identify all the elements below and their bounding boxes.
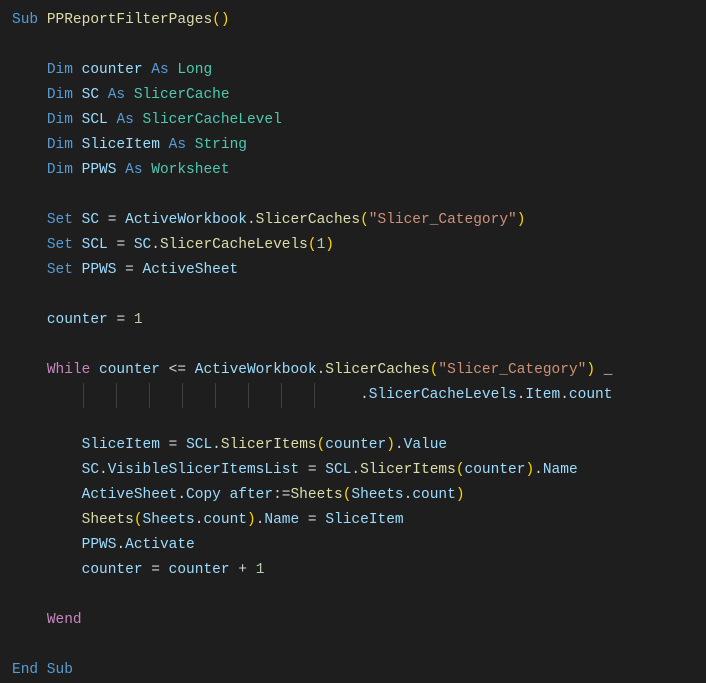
code-line bbox=[12, 408, 706, 433]
code-line: SC.VisibleSlicerItemsList = SCL.SlicerIt… bbox=[12, 458, 706, 483]
code-editor[interactable]: Sub PPReportFilterPages() Dim counter As… bbox=[12, 8, 706, 683]
code-line: Sheets(Sheets.count).Name = SliceItem bbox=[12, 508, 706, 533]
code-line: Dim SliceItem As String bbox=[12, 133, 706, 158]
code-line: .SlicerCacheLevels.Item.count bbox=[12, 383, 706, 408]
code-line: Sub PPReportFilterPages() bbox=[12, 8, 706, 33]
code-line: Dim SCL As SlicerCacheLevel bbox=[12, 108, 706, 133]
code-line: SliceItem = SCL.SlicerItems(counter).Val… bbox=[12, 433, 706, 458]
code-line: End Sub bbox=[12, 658, 706, 683]
code-line bbox=[12, 33, 706, 58]
code-line bbox=[12, 283, 706, 308]
code-line: Dim counter As Long bbox=[12, 58, 706, 83]
code-line: Set SC = ActiveWorkbook.SlicerCaches("Sl… bbox=[12, 208, 706, 233]
code-line: Set PPWS = ActiveSheet bbox=[12, 258, 706, 283]
code-line: Dim PPWS As Worksheet bbox=[12, 158, 706, 183]
code-line bbox=[12, 583, 706, 608]
code-line bbox=[12, 183, 706, 208]
code-line: While counter <= ActiveWorkbook.SlicerCa… bbox=[12, 358, 706, 383]
code-line bbox=[12, 633, 706, 658]
code-line: counter = counter + 1 bbox=[12, 558, 706, 583]
keyword-end-sub: End Sub bbox=[12, 662, 73, 678]
code-line bbox=[12, 333, 706, 358]
code-line: Wend bbox=[12, 608, 706, 633]
keyword-sub: Sub bbox=[12, 12, 38, 28]
code-line: Set SCL = SC.SlicerCacheLevels(1) bbox=[12, 233, 706, 258]
code-line: ActiveSheet.Copy after:=Sheets(Sheets.co… bbox=[12, 483, 706, 508]
sub-name: PPReportFilterPages bbox=[47, 12, 212, 28]
code-line: PPWS.Activate bbox=[12, 533, 706, 558]
code-line: counter = 1 bbox=[12, 308, 706, 333]
code-line: Dim SC As SlicerCache bbox=[12, 83, 706, 108]
